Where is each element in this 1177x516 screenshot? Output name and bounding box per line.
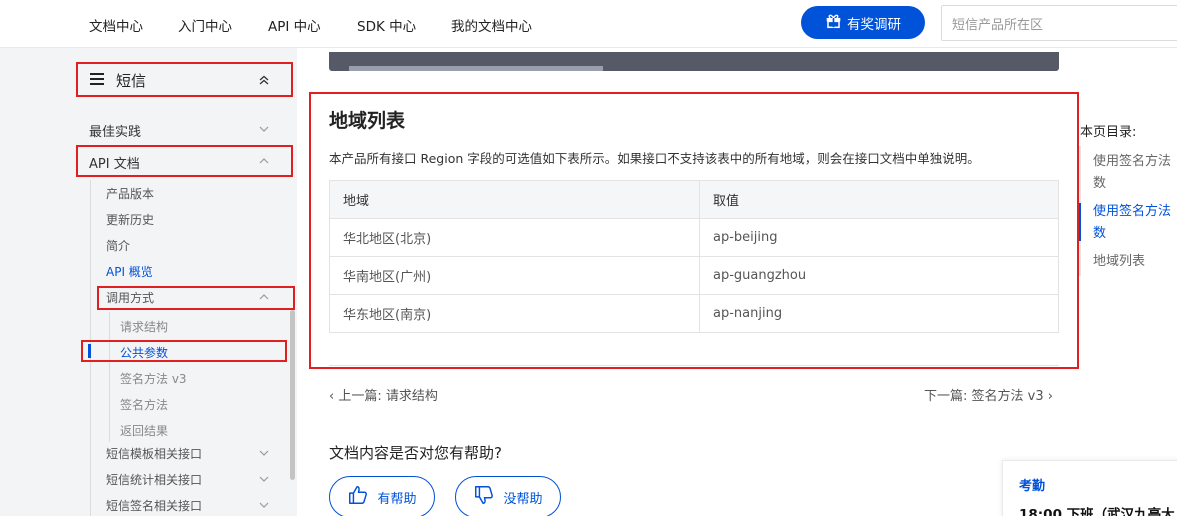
table-header-row: 地域 取值 — [329, 180, 1059, 219]
feedback-question: 文档内容是否对您有帮助? — [329, 444, 502, 462]
nav-my-doc-center[interactable]: 我的文档中心 — [451, 15, 532, 35]
next-article-label: 下一篇: 签名方法 v3 — [924, 389, 1044, 404]
sidebar-item-template-api[interactable]: 短信模板相关接口 — [106, 445, 202, 462]
toc-active-indicator — [1079, 203, 1081, 241]
thumbs-down-icon — [473, 484, 495, 510]
gift-icon — [825, 12, 842, 33]
prev-article-link[interactable]: ‹ 上一篇: 请求结构 — [329, 385, 438, 404]
table-cell: ap-guangzhou — [699, 256, 1059, 295]
sidebar-item-product-version[interactable]: 产品版本 — [106, 185, 154, 202]
prev-article-label: 上一篇: 请求结构 — [338, 389, 438, 404]
sidebar-item-return-result[interactable]: 返回结果 — [120, 422, 168, 439]
table-cell: 华北地区(北京) — [329, 218, 700, 257]
double-chevron-up-icon[interactable] — [258, 74, 270, 86]
search-input[interactable]: 短信产品所在区 — [941, 5, 1177, 41]
chevron-down-icon[interactable] — [258, 123, 270, 135]
nav-sdk-center[interactable]: SDK 中心 — [357, 15, 416, 35]
region-table: 地域 取值 华北地区(北京) ap-beijing 华南地区(广州) ap-gu… — [329, 180, 1059, 333]
nav-api-center[interactable]: API 中心 — [268, 15, 321, 35]
not-helpful-label: 没帮助 — [503, 491, 543, 507]
helpful-button[interactable]: 有帮助 — [329, 476, 435, 516]
nav-getting-started[interactable]: 入门中心 — [178, 15, 232, 35]
section-description: 本产品所有接口 Region 字段的可选值如下表所示。如果接口不支持该表中的所有… — [329, 151, 980, 166]
sidebar-item-api-docs[interactable]: API 文档 — [89, 153, 140, 172]
section-title: 地域列表 — [329, 110, 406, 132]
sidebar-item-intro[interactable]: 简介 — [106, 237, 130, 254]
sidebar-title: 短信 — [116, 72, 147, 90]
table-header: 地域 — [329, 180, 700, 219]
table-row: 华北地区(北京) ap-beijing — [329, 218, 1059, 257]
sidebar-item-common-params[interactable]: 公共参数 — [120, 344, 168, 361]
thumbs-up-icon — [347, 484, 369, 510]
toc-item-region-list[interactable]: 地域列表 — [1093, 251, 1177, 273]
sidebar-item-api-overview[interactable]: API 概览 — [106, 263, 153, 280]
chevron-down-icon[interactable] — [258, 447, 270, 459]
sidebar-item-sign-api[interactable]: 短信签名相关接口 — [106, 497, 202, 514]
table-row: 华东地区(南京) ap-nanjing — [329, 294, 1059, 333]
not-helpful-button[interactable]: 没帮助 — [455, 476, 561, 516]
divider — [329, 365, 1059, 366]
table-row: 华南地区(广州) ap-guangzhou — [329, 256, 1059, 295]
active-indicator — [88, 344, 91, 358]
toc-item-signature-v3-params[interactable]: 使用签名方法数 — [1093, 151, 1177, 195]
survey-button[interactable]: 有奖调研 — [801, 6, 925, 39]
helpful-label: 有帮助 — [377, 491, 417, 507]
tree-line-nested — [109, 312, 110, 442]
table-cell: ap-nanjing — [699, 294, 1059, 333]
notification-title: 考勤 — [1019, 479, 1046, 494]
top-navigation: 文档中心 入门中心 API 中心 SDK 中心 我的文档中心 有奖调研 短信产品… — [0, 0, 1177, 48]
toc-title: 本页目录: — [1080, 125, 1137, 140]
next-article-link[interactable]: 下一篇: 签名方法 v3 › — [924, 385, 1053, 404]
menu-icon[interactable] — [90, 73, 104, 85]
table-cell: 华南地区(广州) — [329, 256, 700, 295]
survey-button-label: 有奖调研 — [847, 16, 901, 33]
sidebar-item-request-structure[interactable]: 请求结构 — [120, 318, 168, 335]
table-cell: 华东地区(南京) — [329, 294, 700, 333]
notification-card[interactable]: 考勤 18:00 下班（武汉九亭大 — [1002, 460, 1177, 516]
chevron-down-icon[interactable] — [258, 499, 270, 511]
chevron-up-icon[interactable] — [258, 155, 270, 167]
table-header: 取值 — [699, 180, 1059, 219]
notification-text: 18:00 下班（武汉九亭大 — [1019, 507, 1175, 516]
chevron-down-icon[interactable] — [258, 473, 270, 485]
toc-item-signature-v1-params[interactable]: 使用签名方法数 — [1093, 201, 1177, 245]
sidebar-item-update-history[interactable]: 更新历史 — [106, 211, 154, 228]
nav-doc-center[interactable]: 文档中心 — [89, 15, 143, 35]
search-placeholder: 短信产品所在区 — [952, 17, 1044, 33]
chevron-up-icon[interactable] — [258, 291, 270, 303]
sidebar-item-stats-api[interactable]: 短信统计相关接口 — [106, 471, 202, 488]
sidebar-item-signature-v3[interactable]: 签名方法 v3 — [120, 370, 187, 387]
sidebar-item-best-practice[interactable]: 最佳实践 — [89, 121, 141, 140]
sidebar-scrollbar[interactable] — [290, 310, 295, 480]
table-cell: ap-beijing — [699, 218, 1059, 257]
sidebar-item-signature[interactable]: 签名方法 — [120, 396, 168, 413]
sidebar-item-call-method[interactable]: 调用方式 — [106, 289, 154, 306]
code-block-scrollbar[interactable] — [349, 66, 603, 71]
